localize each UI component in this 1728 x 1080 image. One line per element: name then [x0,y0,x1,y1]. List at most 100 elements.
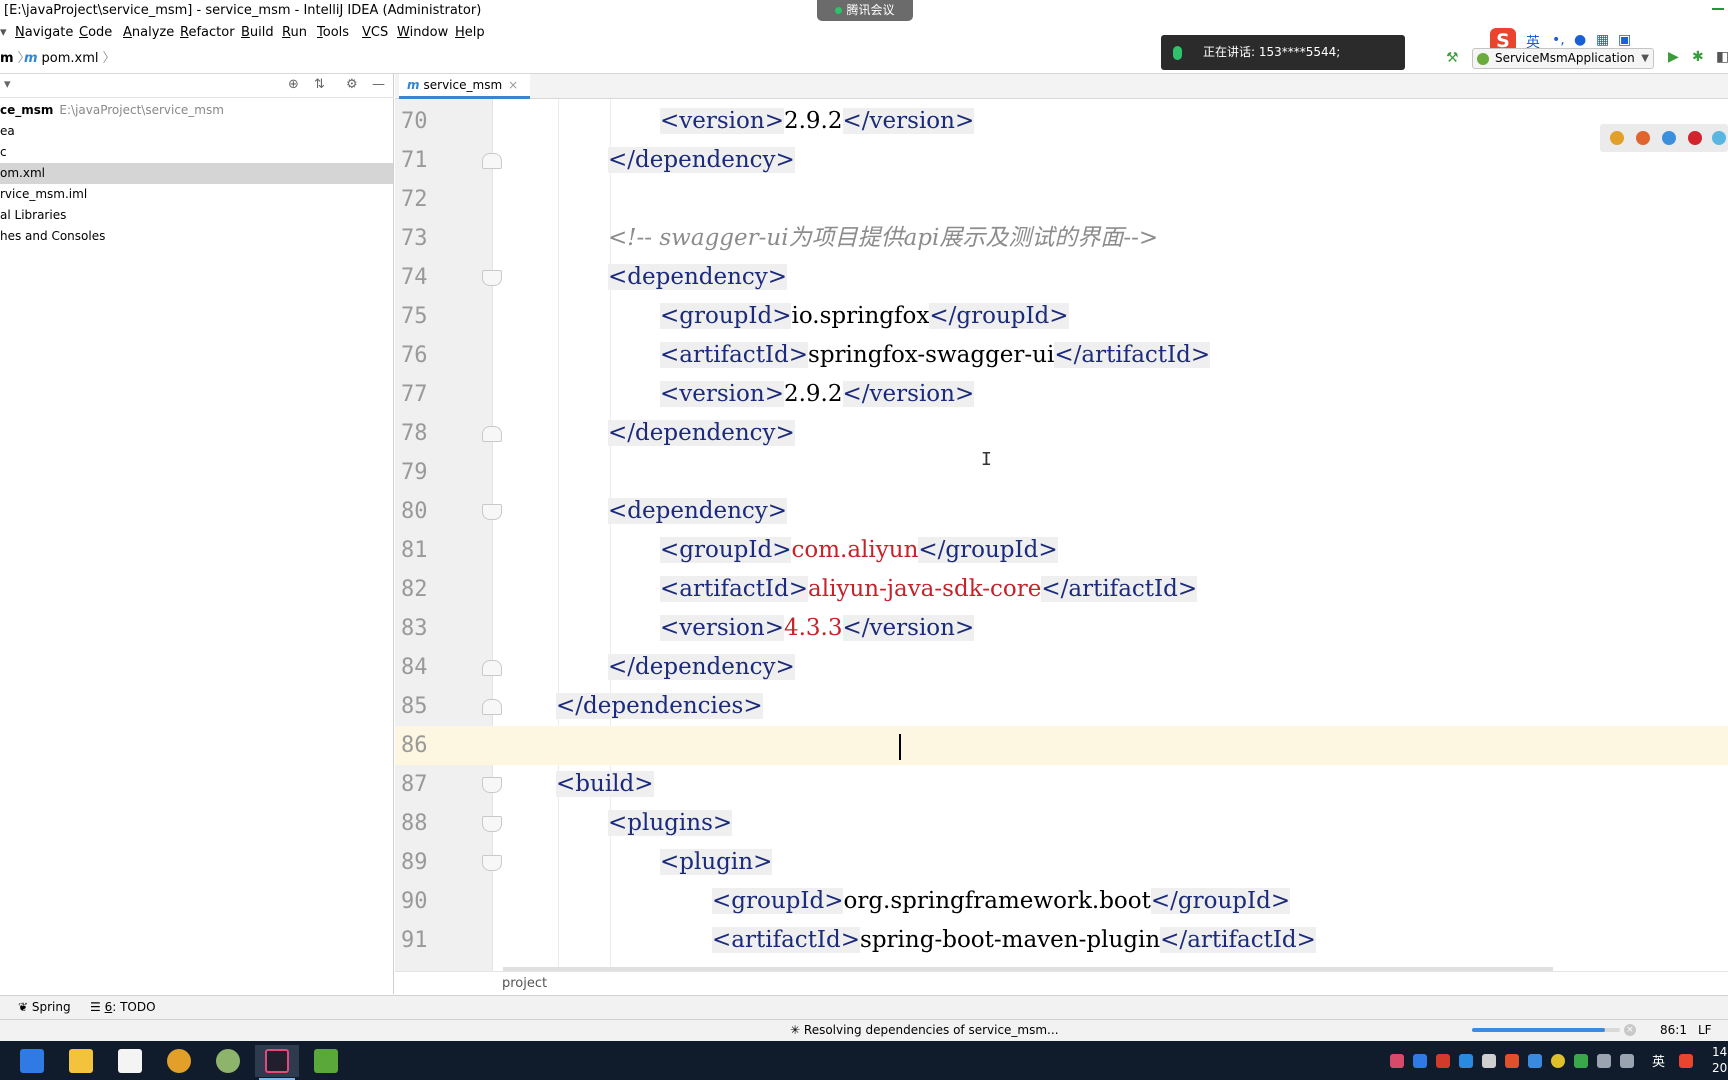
fold-end-icon[interactable] [482,660,502,676]
taskbar-paint[interactable] [206,1045,250,1077]
taskbar-typora[interactable] [108,1045,152,1077]
tree-item-iml[interactable]: rvice_msm.iml [0,184,393,205]
breadcrumb-project[interactable]: project [502,972,547,996]
firefox-icon[interactable] [1636,131,1650,145]
chrome-icon[interactable] [1610,131,1624,145]
code-line-current: 86 [395,726,1728,765]
tray-wps-icon[interactable] [1436,1054,1450,1068]
clock-date: 20 [1712,1061,1728,1075]
text-caret [899,734,901,760]
tray-shield-icon[interactable] [1574,1054,1588,1068]
safari-icon[interactable] [1662,131,1676,145]
taskbar-meeting[interactable] [10,1045,54,1077]
tray-tool-icon[interactable] [1505,1054,1519,1068]
breadcrumb-file[interactable]: m pom.xml 〉 [24,44,116,74]
line-number: 84 [401,655,428,680]
code-editor[interactable]: 70 <version>2.9.2</version> 71 </depende… [395,99,1728,971]
fold-end-icon[interactable] [482,426,502,442]
spring-tool-button[interactable]: ❦ Spring [18,996,71,1019]
tray-network-icon[interactable] [1597,1054,1611,1068]
tray-sogou-icon[interactable] [1679,1054,1693,1068]
meeting-app-tab[interactable]: 腾讯会议 [817,0,913,21]
tray-plus-icon[interactable] [1551,1054,1565,1068]
taskbar-explorer[interactable] [59,1045,103,1077]
fold-end-icon[interactable] [482,699,502,715]
tray-app-icon[interactable] [1390,1054,1404,1068]
build-hammer-icon[interactable]: ⚒ [1446,50,1459,66]
code-line: 82 <artifactId>aliyun-java-sdk-core</art… [395,570,1728,609]
menu-tools[interactable]: Tools [317,22,349,44]
code-text: <plugin> [660,849,773,875]
menu-build[interactable]: Build [241,22,274,44]
punctuation-icon[interactable]: •, [1552,32,1565,48]
folder-icon [69,1049,93,1073]
menu-run[interactable]: Run [282,22,307,44]
run-configuration-select[interactable]: ServiceMsmApplication ▼ [1472,48,1654,69]
line-number: 71 [401,148,428,173]
debug-icon[interactable]: ✱ [1692,49,1704,65]
tree-item-scratches[interactable]: hes and Consoles [0,226,393,247]
code-comment: <!-- swagger-ui为项目提供api展示及测试的界面--> [608,225,1159,251]
windows-taskbar: 英 14 20 [0,1041,1728,1080]
system-clock[interactable]: 14 20 [1712,1044,1727,1076]
view-dropdown-icon[interactable]: ▾ [4,77,11,92]
tree-item-idea[interactable]: ea [0,121,393,142]
tree-item-root[interactable]: ce_msm E:\javaProject\service_msm [0,100,393,121]
caret-position[interactable]: 86:1 [1660,1020,1687,1041]
menu-window[interactable]: Window [397,22,448,44]
run-icon[interactable]: ▶ [1668,49,1679,65]
gear-icon[interactable]: ⚙ [346,77,358,92]
code-line: 70 <version>2.9.2</version> [395,102,1728,141]
coverage-icon[interactable]: ◧ [1716,49,1728,65]
code-line: 90 <groupId>org.springframework.boot</gr… [395,882,1728,921]
voice-icon[interactable]: ● [1574,32,1586,48]
fold-start-icon[interactable] [482,270,502,286]
hide-panel-icon[interactable]: — [372,77,385,92]
taskbar-editor[interactable] [304,1045,348,1077]
tab-service-msm[interactable]: m service_msm × [399,74,531,99]
edge-icon[interactable] [1712,131,1726,145]
code-line: 73 <!-- swagger-ui为项目提供api展示及测试的界面--> [395,219,1728,258]
close-icon[interactable]: × [508,78,518,92]
code-line: 80 <dependency> [395,492,1728,531]
menu-refactor[interactable]: Refactor [180,22,235,44]
tray-ime[interactable]: 英 [1652,1051,1665,1070]
keyboard-icon[interactable]: ▦ [1596,32,1609,48]
progress-bar [1472,1028,1620,1032]
tray-volume-icon[interactable] [1620,1054,1634,1068]
todo-tool-button[interactable]: ☰ 6: TODO [90,996,156,1019]
tree-item-external-libraries[interactable]: al Libraries [0,205,393,226]
menu-navigate[interactable]: Navigate [15,22,73,44]
collapse-all-icon[interactable]: ⇅ [314,77,325,92]
tree-item-pom-xml[interactable]: om.xml [0,163,393,184]
menu-vcs[interactable]: VCS [362,22,388,44]
tray-flash-icon[interactable] [1459,1054,1473,1068]
fold-start-icon[interactable] [482,777,502,793]
chevron-down-icon: ▼ [1641,53,1649,64]
locate-icon[interactable]: ⊕ [288,77,299,92]
fold-start-icon[interactable] [482,816,502,832]
line-number: 72 [401,187,428,212]
fold-end-icon[interactable] [482,153,502,169]
taskbar-chrome[interactable] [157,1045,201,1077]
menu-code[interactable]: Code [79,22,112,44]
menu-help[interactable]: Help [455,22,485,44]
taskbar-intellij[interactable] [255,1045,299,1080]
fold-start-icon[interactable] [482,855,502,871]
code-line: 75 <groupId>io.springfox</groupId> [395,297,1728,336]
line-number: 80 [401,499,428,524]
tray-clipboard-icon[interactable] [1482,1054,1496,1068]
tray-cloud-icon[interactable] [1528,1054,1542,1068]
cancel-icon[interactable]: × [1624,1024,1636,1036]
code-text: <dependency> [608,264,788,290]
minimize-icon[interactable] [1712,8,1724,10]
line-separator[interactable]: LF [1698,1020,1712,1041]
menu-analyze[interactable]: Analyze [123,22,174,44]
fold-start-icon[interactable] [482,504,502,520]
chrome-icon [167,1049,191,1073]
toolbox-icon[interactable]: ▣ [1618,32,1631,48]
tray-meeting-icon[interactable] [1413,1054,1427,1068]
line-number: 91 [401,928,428,953]
opera-icon[interactable] [1688,131,1702,145]
tree-item-src[interactable]: c [0,142,393,163]
